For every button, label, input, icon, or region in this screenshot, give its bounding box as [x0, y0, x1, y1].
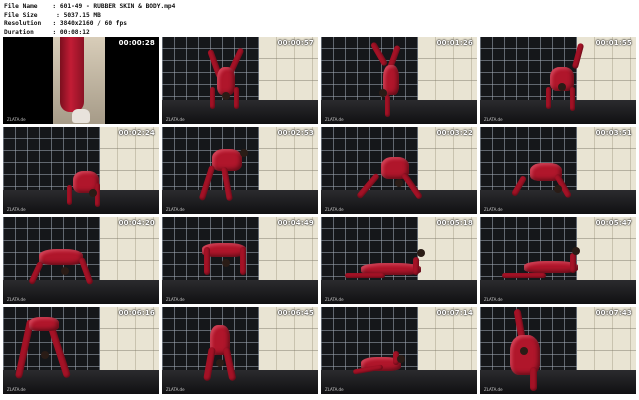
resolution-row: Resolution : 3840x2160 / 60 fps — [4, 20, 127, 28]
timestamp: 00:01:55 — [595, 39, 632, 47]
duration-label: Duration — [4, 28, 34, 36]
thumbnail[interactable]: 00:06:45 ZLATA.de — [162, 307, 318, 394]
thumbnail[interactable]: 00:04:20 ZLATA.de — [3, 217, 159, 304]
thumbnail-scene — [480, 127, 636, 214]
watermark: ZLATA.de — [166, 207, 185, 212]
thumbnail-scene — [162, 307, 318, 394]
timestamp: 00:07:14 — [436, 309, 473, 317]
thumbnail-scene — [480, 217, 636, 304]
timestamp: 00:04:49 — [277, 219, 314, 227]
watermark: ZLATA.de — [325, 297, 344, 302]
duration-value: 00:08:12 — [59, 28, 90, 36]
watermark: ZLATA.de — [325, 387, 344, 392]
timestamp: 00:06:45 — [277, 309, 314, 317]
timestamp: 00:00:57 — [277, 39, 314, 47]
thumbnail[interactable]: 00:03:22 ZLATA.de — [321, 127, 477, 214]
thumbnail[interactable]: 00:07:14 ZLATA.de — [321, 307, 477, 394]
file-info: File Name : 601-49 - RUBBER SKIN & BODY.… — [4, 3, 175, 37]
watermark: ZLATA.de — [7, 387, 26, 392]
thumbnail[interactable]: 00:02:24 ZLATA.de — [3, 127, 159, 214]
timestamp: 00:03:51 — [595, 129, 632, 137]
thumbnail[interactable]: 00:04:49 ZLATA.de — [162, 217, 318, 304]
thumbnail[interactable]: 00:06:16 ZLATA.de — [3, 307, 159, 394]
watermark: ZLATA.de — [7, 207, 26, 212]
timestamp: 00:00:28 — [118, 39, 155, 47]
resolution-label: Resolution — [4, 20, 42, 28]
thumbnail[interactable]: 00:02:53 ZLATA.de — [162, 127, 318, 214]
timestamp: 00:01:26 — [436, 39, 473, 47]
thumbnail[interactable]: 00:05:18 ZLATA.de — [321, 217, 477, 304]
thumbnail[interactable]: 00:01:55 ZLATA.de — [480, 37, 636, 124]
thumbnail-scene — [321, 307, 477, 394]
thumbnail[interactable]: 00:00:57 ZLATA.de — [162, 37, 318, 124]
timestamp: 00:02:24 — [118, 129, 155, 137]
thumbnail-scene — [321, 37, 477, 124]
watermark: ZLATA.de — [325, 207, 344, 212]
timestamp: 00:05:47 — [595, 219, 632, 227]
thumbnail-scene — [3, 307, 159, 394]
file-size-row: File Size : 5037.15 MB — [4, 11, 101, 19]
thumbnail[interactable]: 00:00:28 ZLATA.de — [3, 37, 159, 124]
watermark: ZLATA.de — [484, 117, 503, 122]
watermark: ZLATA.de — [166, 297, 185, 302]
watermark: ZLATA.de — [484, 297, 503, 302]
timestamp: 00:03:22 — [436, 129, 473, 137]
watermark: ZLATA.de — [166, 387, 185, 392]
thumbnail-scene — [480, 307, 636, 394]
thumbnail[interactable]: 00:07:43 ZLATA.de — [480, 307, 636, 394]
thumbnail[interactable]: 00:05:47 ZLATA.de — [480, 217, 636, 304]
thumbnail-scene — [162, 217, 318, 304]
watermark: ZLATA.de — [325, 117, 344, 122]
timestamp: 00:05:18 — [436, 219, 473, 227]
file-name-label: File Name — [4, 3, 38, 10]
timestamp: 00:02:53 — [277, 129, 314, 137]
thumbnail-scene — [162, 37, 318, 124]
watermark: ZLATA.de — [484, 207, 503, 212]
thumbnail-scene — [321, 127, 477, 214]
timestamp: 00:06:16 — [118, 309, 155, 317]
thumbnail-scene — [3, 217, 159, 304]
thumbnail-grid: 00:00:28 ZLATA.de 00:00:57 ZLATA.de 00:0… — [3, 37, 636, 397]
watermark: ZLATA.de — [166, 117, 185, 122]
thumbnail-scene — [321, 217, 477, 304]
file-name-row: File Name : 601-49 - RUBBER SKIN & BODY.… — [4, 3, 176, 10]
thumbnail[interactable]: 00:03:51 ZLATA.de — [480, 127, 636, 214]
timestamp: 00:04:20 — [118, 219, 155, 227]
thumbnail-scene — [60, 37, 84, 112]
file-size-label: File Size — [4, 11, 38, 19]
watermark: ZLATA.de — [7, 297, 26, 302]
thumbnail[interactable]: 00:01:26 ZLATA.de — [321, 37, 477, 124]
thumbnail-scene — [162, 127, 318, 214]
resolution-value: 3840x2160 / 60 fps — [59, 20, 127, 28]
thumbnail-scene — [3, 127, 159, 214]
watermark: ZLATA.de — [7, 117, 26, 122]
thumbnail-scene — [72, 109, 90, 123]
file-name-value: 601-49 - RUBBER SKIN & BODY.mp4 — [59, 3, 176, 10]
timestamp: 00:07:43 — [595, 309, 632, 317]
file-size-value: 5037.15 MB — [63, 11, 101, 19]
watermark: ZLATA.de — [484, 387, 503, 392]
thumbnail-scene — [480, 37, 636, 124]
